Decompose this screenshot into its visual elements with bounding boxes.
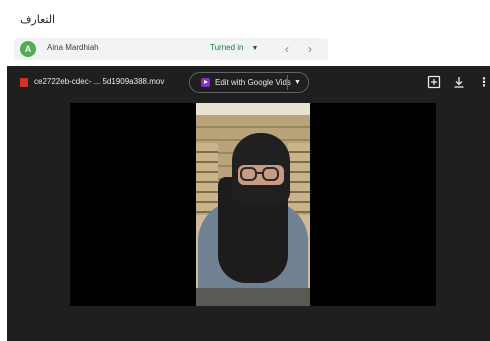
video-frame	[196, 103, 310, 306]
video-player[interactable]	[70, 103, 436, 306]
file-name: ce2722eb-cdec- ... 5d1909a388.mov	[34, 77, 165, 86]
download-icon[interactable]	[451, 74, 467, 90]
button-divider	[287, 75, 288, 90]
chevron-down-icon[interactable]: ▼	[249, 43, 261, 55]
edit-with-vids-label: Edit with Google Vids	[215, 78, 291, 87]
submission-row: A Aina Mardhiah Turned in ▼ ‹ ›	[14, 38, 328, 60]
next-icon[interactable]: ›	[303, 41, 317, 57]
status-label: Turned in	[210, 43, 244, 52]
file-viewer: ce2722eb-cdec- ... 5d1909a388.mov Edit w…	[7, 66, 490, 341]
file-video-icon	[20, 78, 28, 87]
more-vert-icon[interactable]: ⋮	[476, 74, 490, 90]
google-vids-icon	[201, 78, 210, 87]
chevron-down-icon[interactable]: ▼	[290, 75, 305, 90]
add-to-drive-icon[interactable]	[426, 74, 442, 90]
page-title: التعارف	[20, 14, 56, 26]
previous-icon[interactable]: ‹	[280, 41, 294, 57]
viewer-footer	[7, 321, 490, 341]
edit-with-vids-button[interactable]: Edit with Google Vids ▼	[189, 72, 309, 93]
header-area: التعارف A Aina Mardhiah Turned in ▼ ‹ ›	[0, 0, 490, 66]
owner-name: Aina Mardhiah	[47, 43, 99, 52]
avatar: A	[20, 41, 36, 57]
